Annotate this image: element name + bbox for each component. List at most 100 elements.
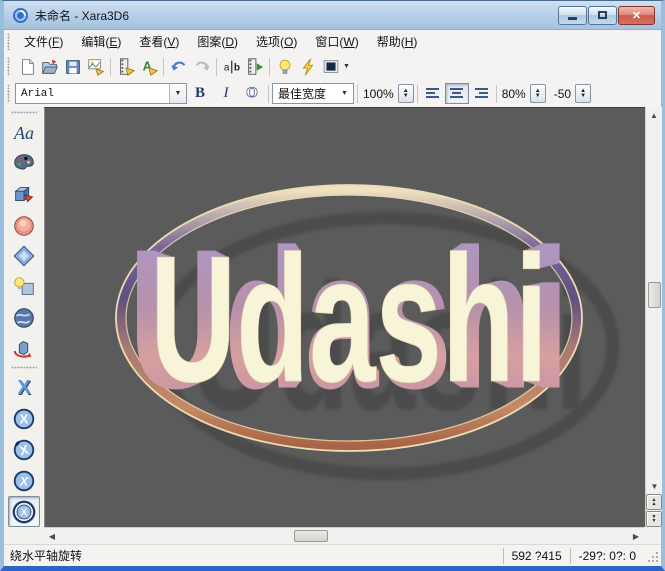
svg-text:X: X: [20, 412, 29, 427]
scroll-left-icon[interactable]: ◀: [44, 528, 60, 544]
fontbar-grip[interactable]: [7, 84, 10, 103]
spacing-spinner[interactable]: ▲▼: [530, 84, 546, 103]
fontbar-separator: [268, 85, 269, 103]
tool-style-x-italic[interactable]: X: [8, 465, 40, 496]
render-flash-button[interactable]: [296, 55, 319, 78]
undo-button[interactable]: [167, 55, 190, 78]
zoom-in-button[interactable]: ▲▲: [646, 494, 662, 510]
display-options-button[interactable]: [319, 55, 342, 78]
open-file-button[interactable]: [38, 55, 61, 78]
svg-text:X: X: [21, 507, 28, 518]
lights-button[interactable]: [273, 55, 296, 78]
tool-bevel[interactable]: [8, 241, 40, 272]
svg-text:a: a: [223, 62, 229, 73]
menu-design[interactable]: 图案(D): [188, 30, 247, 53]
text-tool-icon: Aa: [14, 123, 34, 144]
font-family-combo[interactable]: Arial ▼: [15, 83, 187, 104]
tool-texture[interactable]: [8, 303, 40, 334]
export-text-button[interactable]: A: [137, 55, 160, 78]
close-button[interactable]: ✕: [618, 6, 655, 25]
menu-options[interactable]: 选项(O): [247, 30, 306, 53]
tool-color[interactable]: [8, 149, 40, 180]
app-icon: [12, 7, 29, 24]
tool-style-x-tilt[interactable]: X: [8, 435, 40, 466]
tool-button[interactable]: [8, 210, 40, 241]
menu-help[interactable]: 帮助(H): [368, 30, 427, 53]
tool-style-x-ring[interactable]: X: [8, 496, 40, 527]
play-animation-button[interactable]: [243, 55, 266, 78]
italic-button[interactable]: I: [213, 82, 239, 105]
menu-mnemonic: D: [225, 35, 234, 49]
fontbar-separator: [417, 85, 418, 103]
status-hint: 绕水平轴旋转: [4, 547, 503, 564]
toolbar-separator: [110, 58, 111, 76]
toolbar-separator: [216, 58, 217, 76]
play-animation-icon: [245, 57, 265, 77]
align-right-button[interactable]: [469, 83, 493, 104]
redo-icon: [192, 57, 212, 77]
horizontal-scroll-thumb[interactable]: [294, 530, 328, 542]
menu-mnemonic: W: [343, 35, 354, 49]
bold-button[interactable]: B: [187, 82, 213, 105]
horizontal-scrollbar[interactable]: ◀ ▶: [44, 527, 644, 544]
scroll-right-icon[interactable]: ▶: [628, 528, 644, 544]
resize-grip[interactable]: [644, 548, 660, 564]
tool-text[interactable]: Aa: [8, 118, 40, 149]
minimize-button[interactable]: [558, 6, 587, 25]
toolbar-grip[interactable]: [7, 57, 10, 76]
menu-edit[interactable]: 编辑(E): [72, 30, 130, 53]
save-button[interactable]: [61, 55, 84, 78]
menu-view[interactable]: 查看(V): [130, 30, 188, 53]
kerning-spinner[interactable]: ▲▼: [575, 84, 591, 103]
export-animation-icon: [116, 57, 136, 77]
style-x-ring-icon: X: [11, 499, 37, 525]
zoom-out-button[interactable]: ▼▼: [646, 511, 662, 527]
status-coordinates: 592 ?415: [503, 548, 570, 564]
menu-window[interactable]: 窗口(W): [306, 30, 367, 53]
tool-style-x-plain[interactable]: X: [8, 373, 40, 404]
align-center-icon: [449, 87, 465, 101]
toolcol-grip[interactable]: [11, 111, 37, 114]
fontbar-separator: [357, 85, 358, 103]
tool-animation[interactable]: [8, 333, 40, 364]
fit-mode-dropdown-icon[interactable]: ▼: [336, 84, 353, 103]
redo-button[interactable]: [190, 55, 213, 78]
tool-shadow[interactable]: [8, 272, 40, 303]
font-family-dropdown-icon[interactable]: ▼: [169, 84, 186, 103]
maximize-button[interactable]: [588, 6, 617, 25]
new-document-button[interactable]: [15, 55, 38, 78]
button-icon: [11, 213, 37, 239]
toolbar-overflow-caret[interactable]: ▼: [343, 63, 350, 70]
edit-text-button[interactable]: a b: [220, 55, 243, 78]
maximize-icon: [598, 11, 607, 19]
document-canvas[interactable]: Udashi Udashi Udashi Udashi Udashi Udash…: [44, 107, 645, 527]
vertical-scrollbar[interactable]: ▲ ▼ ▲▲ ▼▼: [645, 107, 662, 527]
font-family-value: Arial: [16, 88, 169, 100]
export-image-button[interactable]: [84, 55, 107, 78]
scroll-up-icon[interactable]: ▲: [646, 107, 663, 123]
fit-mode-combo[interactable]: 最佳宽度 ▼: [272, 83, 354, 104]
scroll-down-icon[interactable]: ▼: [646, 480, 663, 493]
align-center-button[interactable]: [445, 83, 469, 104]
text-object[interactable]: Udashi Udashi Udashi Udashi Udashi Udash…: [129, 209, 569, 431]
vertical-scroll-thumb[interactable]: [648, 282, 661, 308]
main-toolbar: A a b: [4, 53, 661, 80]
menu-file[interactable]: 文件(F): [15, 30, 72, 53]
undo-icon: [169, 57, 189, 77]
align-left-icon: [425, 87, 441, 101]
tool-extrusion[interactable]: [8, 180, 40, 211]
font-toolbar: Arial ▼ B I O 最佳宽度 ▼ 100% ▲▼: [4, 80, 661, 107]
scene: Udashi Udashi Udashi Udashi Udashi Udash…: [45, 108, 645, 528]
scrollbar-corner: [644, 527, 661, 544]
menubar-grip[interactable]: [7, 33, 10, 49]
title-bar[interactable]: 未命名 - Xara3D6 ✕: [4, 1, 661, 30]
tool-style-x-circle[interactable]: X: [8, 404, 40, 435]
light-bulb-icon: [275, 57, 295, 77]
align-left-button[interactable]: [421, 83, 445, 104]
style-x-tilt-icon: X: [11, 437, 37, 463]
outline-button[interactable]: O: [239, 82, 265, 105]
extrusion-icon: [11, 182, 37, 208]
size-spinner[interactable]: ▲▼: [398, 84, 414, 103]
export-animation-button[interactable]: [114, 55, 137, 78]
size-value: 100%: [361, 87, 396, 101]
